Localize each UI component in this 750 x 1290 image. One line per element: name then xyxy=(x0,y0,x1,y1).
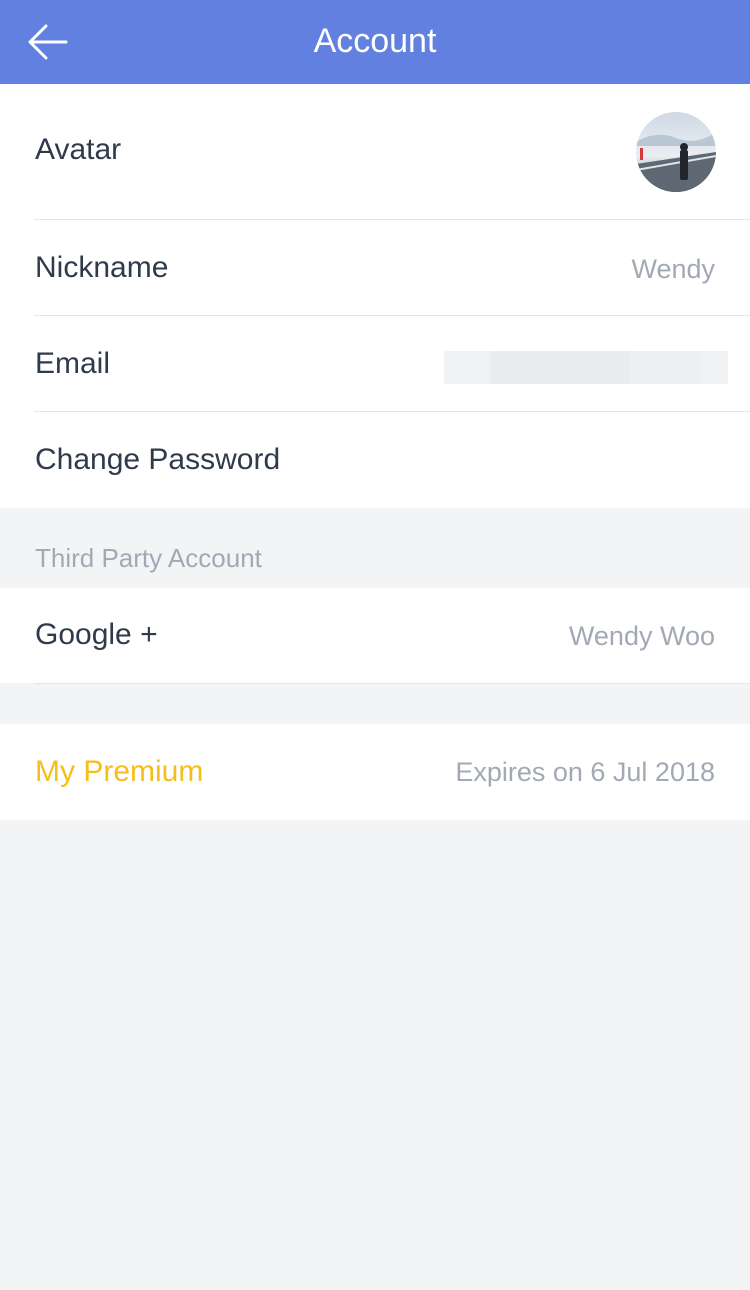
app-header: Account xyxy=(0,0,750,84)
premium-expiry: Expires on 6 Jul 2018 xyxy=(455,757,715,787)
page-title: Account xyxy=(313,22,437,60)
premium-row[interactable]: My Premium Expires on 6 Jul 2018 xyxy=(0,724,750,820)
nickname-label: Nickname xyxy=(35,251,169,284)
avatar-photo xyxy=(636,112,716,192)
google-row[interactable]: Google + Wendy Woo xyxy=(0,588,750,683)
avatar[interactable] xyxy=(636,112,716,192)
google-label: Google + xyxy=(35,618,158,651)
divider xyxy=(34,683,750,684)
google-value: Wendy Woo xyxy=(568,621,715,651)
email-label: Email xyxy=(35,347,111,380)
nickname-row[interactable]: Nickname Wendy xyxy=(0,220,750,315)
email-value-redacted xyxy=(444,351,728,384)
nickname-value: Wendy xyxy=(631,254,715,284)
avatar-label: Avatar xyxy=(35,133,122,166)
third-party-title: Third Party Account xyxy=(35,543,262,573)
change-password-row[interactable]: Change Password xyxy=(0,412,750,508)
change-password-label: Change Password xyxy=(35,443,281,476)
premium-label: My Premium xyxy=(35,755,204,788)
